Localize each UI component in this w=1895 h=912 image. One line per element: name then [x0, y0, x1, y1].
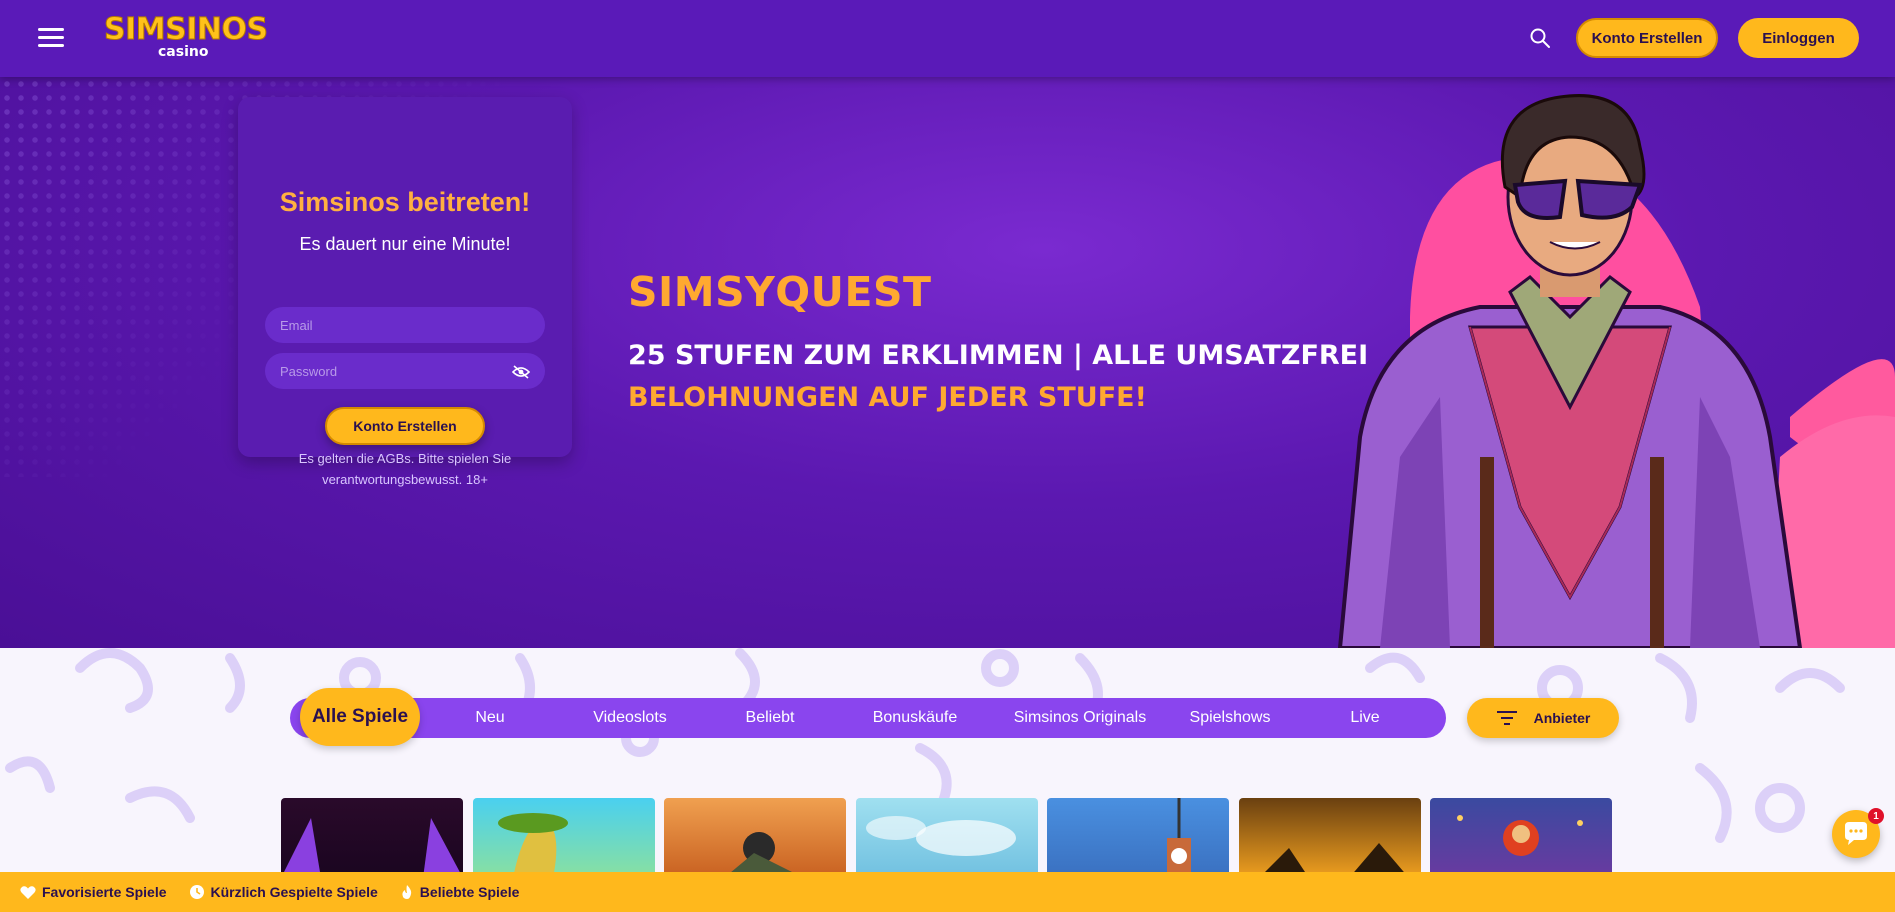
category-bar: Alle Spiele Neu Videoslots Beliebt Bonus…: [290, 688, 1446, 746]
provider-filter-button[interactable]: Anbieter: [1467, 698, 1619, 738]
heart-icon: [20, 885, 36, 899]
games-section: Alle Spiele Neu Videoslots Beliebt Bonus…: [0, 648, 1895, 872]
signup-card: Konto Erstellen: [238, 97, 572, 457]
search-icon[interactable]: [1529, 27, 1551, 49]
favorite-games-link[interactable]: Favorisierte Spiele: [20, 884, 167, 900]
login-button[interactable]: Einloggen: [1738, 18, 1859, 58]
promo-title: SIMSYQUEST: [628, 268, 932, 316]
menu-icon[interactable]: [38, 26, 64, 48]
popular-games-label: Beliebte Spiele: [419, 884, 520, 900]
game-tile[interactable]: [281, 798, 463, 872]
logo-sub-text: casino: [158, 44, 209, 60]
provider-label: Anbieter: [1533, 710, 1591, 726]
tab-beliebt[interactable]: Beliebt: [720, 698, 820, 738]
game-tile[interactable]: [1430, 798, 1612, 872]
game-tile[interactable]: [473, 798, 655, 872]
recent-games-link[interactable]: Kürzlich Gespielte Spiele: [189, 884, 378, 900]
tab-spielshows[interactable]: Spielshows: [1175, 698, 1285, 738]
filter-icon: [1496, 711, 1517, 725]
logo-main-text: SIMSINOS: [104, 12, 269, 47]
tab-bonuskaeufe[interactable]: Bonuskäufe: [860, 698, 970, 738]
signup-title: Simsinos beitreten!: [279, 187, 531, 217]
game-tile[interactable]: [1047, 798, 1229, 872]
popular-games-link[interactable]: Beliebte Spiele: [400, 884, 520, 900]
email-field[interactable]: [265, 307, 545, 343]
promo-line-2: 25 STUFEN ZUM ERKLIMMEN | ALLE UMSATZFRE…: [628, 340, 1369, 371]
promo-line-3: BELOHNUNGEN AUF JEDER STUFE!: [628, 382, 1147, 413]
top-header: SIMSINOS casino Konto Erstellen Einlogge…: [0, 0, 1895, 77]
create-account-button[interactable]: Konto Erstellen: [1576, 18, 1718, 58]
tab-videoslots[interactable]: Videoslots: [580, 698, 680, 738]
game-tile[interactable]: [664, 798, 846, 872]
simsinos-logo[interactable]: SIMSINOS casino: [104, 13, 269, 60]
signup-submit-button[interactable]: Konto Erstellen: [325, 407, 485, 445]
game-tile[interactable]: [1239, 798, 1421, 872]
bottom-quick-bar: Favorisierte Spiele Kürzlich Gespielte S…: [0, 872, 1895, 912]
clock-icon: [189, 885, 204, 899]
tab-simsinos-originals[interactable]: Simsinos Originals: [1005, 698, 1155, 738]
flame-icon: [402, 885, 411, 899]
password-field[interactable]: [265, 353, 545, 389]
tab-live[interactable]: Live: [1315, 698, 1415, 738]
hide-password-icon[interactable]: [512, 365, 530, 379]
signup-subtitle: Es dauert nur eine Minute!: [299, 234, 511, 254]
tab-alle-spiele[interactable]: Alle Spiele: [300, 688, 420, 746]
tab-neu[interactable]: Neu: [440, 698, 540, 738]
chat-notification-badge: 1: [1868, 808, 1884, 824]
game-tile[interactable]: [856, 798, 1038, 872]
favorite-games-label: Favorisierte Spiele: [42, 884, 167, 900]
signup-terms: Es gelten die AGBs. Bitte spielen Sie ve…: [298, 451, 512, 487]
recent-games-label: Kürzlich Gespielte Spiele: [210, 884, 378, 900]
hero-character-illustration: [1337, 94, 1895, 648]
